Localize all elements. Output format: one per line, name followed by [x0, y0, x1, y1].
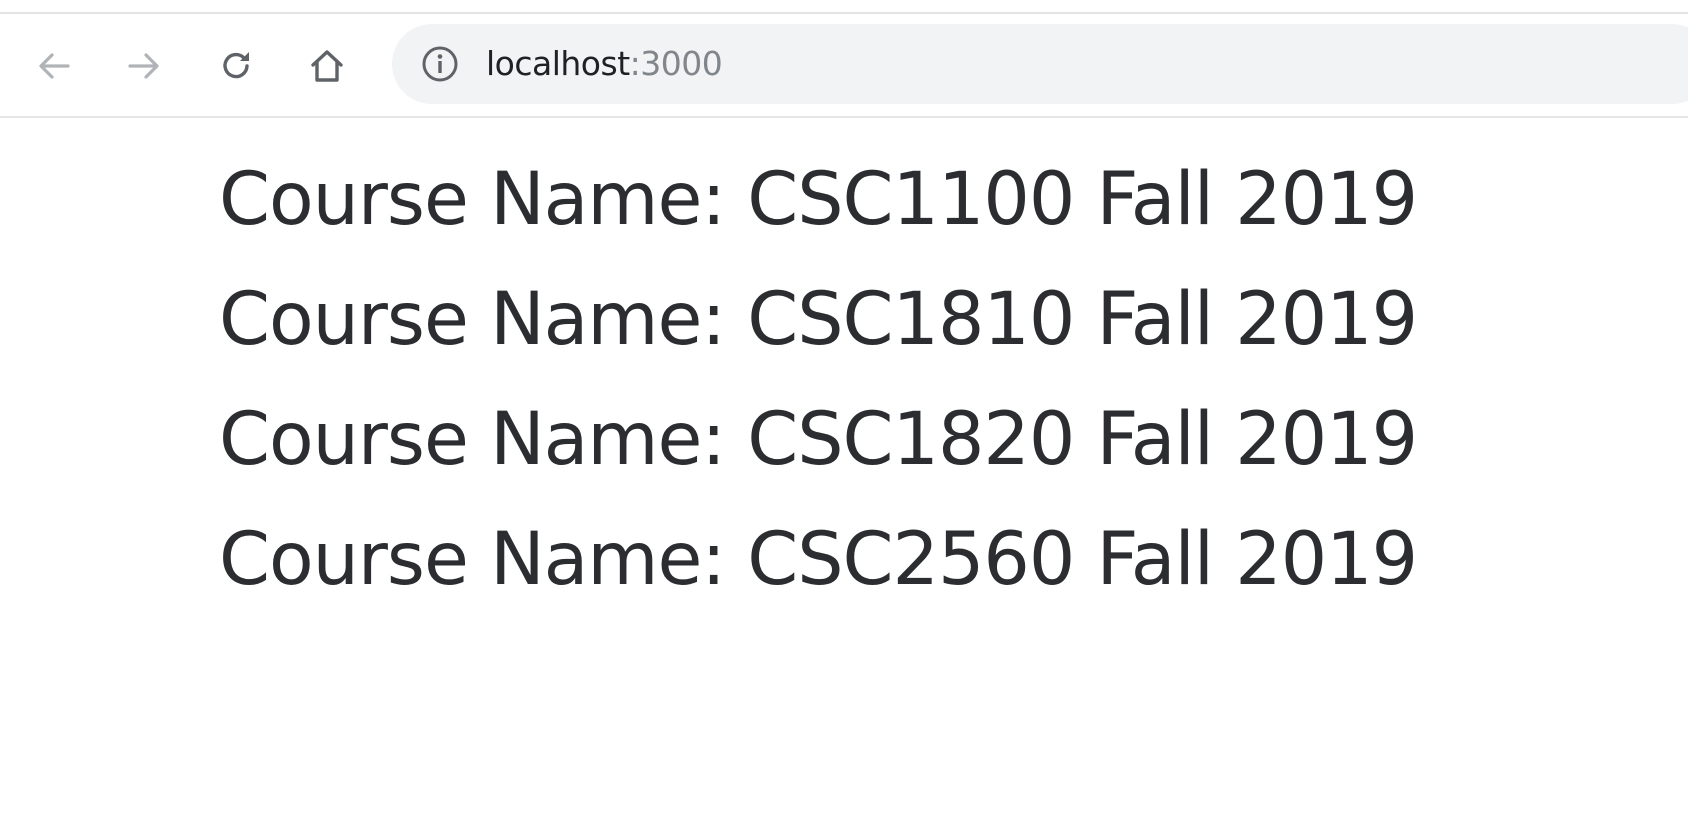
course-name-line: Course Name: CSC1820 Fall 2019 — [219, 397, 1418, 482]
forward-button[interactable] — [122, 44, 166, 88]
reload-icon — [223, 52, 249, 79]
arrow-left-icon — [39, 53, 70, 79]
reload-button[interactable] — [214, 44, 258, 88]
course-name-line: Course Name: CSC1100 Fall 2019 — [219, 157, 1418, 242]
browser-tab-strip-edge — [0, 0, 1688, 14]
address-bar[interactable]: localhost:3000 — [392, 24, 1688, 104]
url-host: localhost — [486, 44, 630, 83]
url-port: :3000 — [629, 44, 723, 83]
arrow-right-icon — [128, 53, 159, 79]
address-url[interactable]: localhost:3000 — [486, 24, 723, 104]
info-icon[interactable] — [420, 44, 460, 84]
course-name-line: Course Name: CSC1810 Fall 2019 — [219, 277, 1418, 362]
course-name-line: Course Name: CSC2560 Fall 2019 — [219, 517, 1418, 602]
home-button[interactable] — [305, 44, 349, 88]
course-list: Course Name: CSC1100 Fall 2019 Course Na… — [219, 140, 1418, 620]
home-icon — [311, 50, 343, 82]
browser-toolbar: localhost:3000 — [0, 14, 1688, 118]
back-button[interactable] — [32, 44, 76, 88]
